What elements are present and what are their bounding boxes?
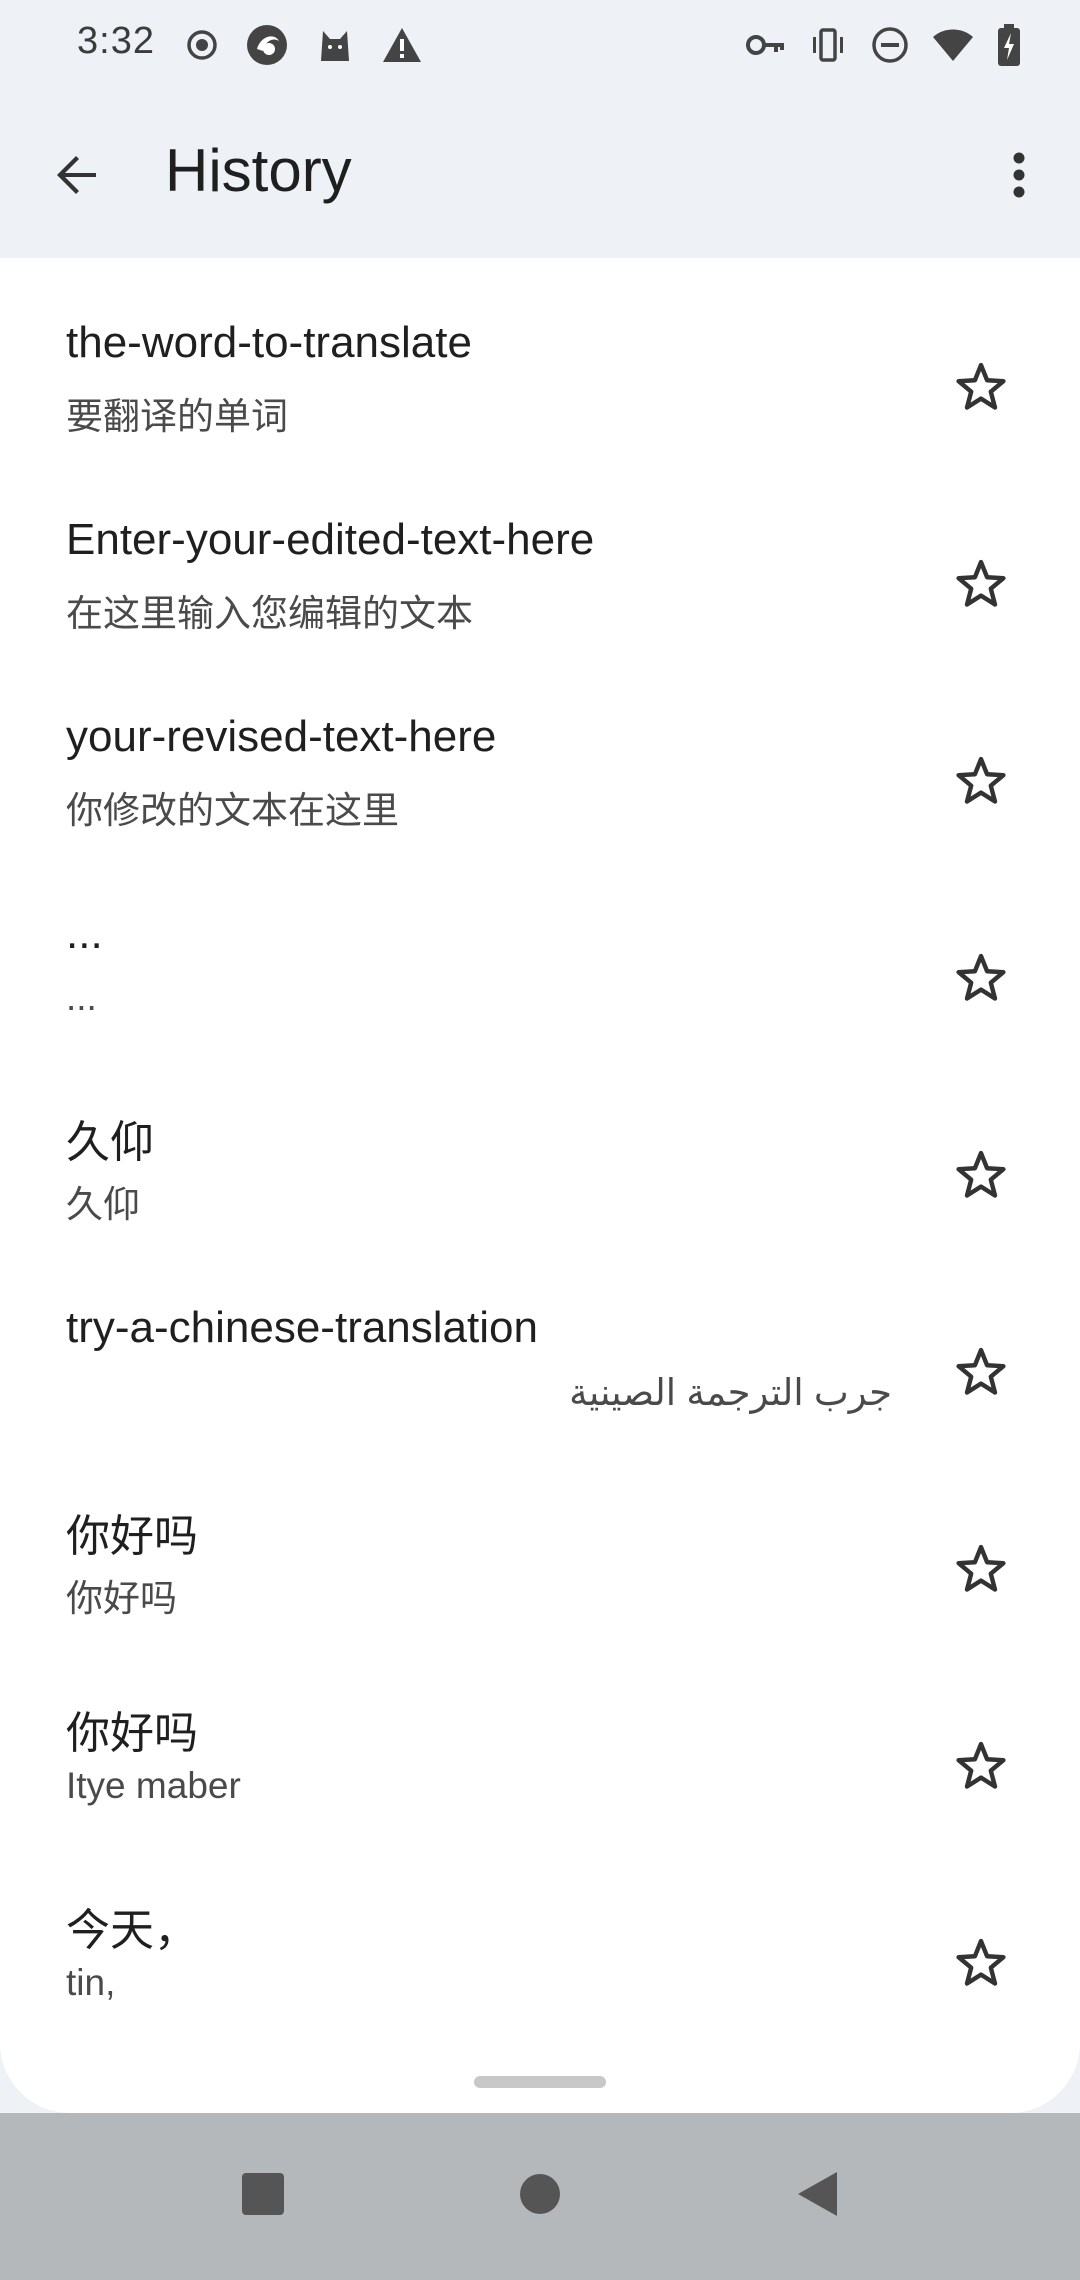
home-circle-icon (518, 2172, 562, 2221)
star-outline-icon (953, 1738, 1009, 1799)
gesture-handle[interactable] (474, 2076, 606, 2088)
back-nav-button[interactable] (782, 2161, 852, 2231)
translation-text: جرب الترجمة الصينية (569, 1372, 892, 1413)
do-not-disturb-icon (870, 25, 910, 65)
source-text: the-word-to-translate (66, 318, 472, 367)
more-vert-icon (1012, 152, 1026, 203)
history-item[interactable]: try-a-chinese-translation جرب الترجمة ال… (0, 1243, 1080, 1440)
star-outline-icon (953, 1541, 1009, 1602)
recents-square-icon (241, 2172, 285, 2221)
source-text: 久仰 (66, 1118, 154, 1167)
translation-text: 你好吗 (66, 1578, 177, 1619)
translation-text: Itye maber (66, 1765, 241, 1806)
app-bar: History (0, 86, 1080, 258)
cat-icon (315, 25, 355, 65)
history-item[interactable]: 你好吗 Itye maber (0, 1637, 1080, 1834)
warning-icon (381, 25, 423, 65)
star-button[interactable] (942, 1138, 1020, 1216)
star-outline-icon (953, 556, 1009, 617)
star-button[interactable] (942, 1532, 1020, 1610)
status-time: 3:32 (77, 20, 155, 62)
source-text: try-a-chinese-translation (66, 1303, 538, 1352)
history-sheet: the-word-to-translate 要翻译的单词 Enter-your-… (0, 258, 1080, 2113)
app-icon (245, 23, 289, 67)
history-item[interactable]: 久仰 久仰 (0, 1046, 1080, 1243)
translation-text: ... (66, 977, 97, 1018)
battery-charging-icon (996, 23, 1022, 67)
star-outline-icon (953, 950, 1009, 1011)
page-title: History (165, 137, 352, 204)
translation-text: 在这里输入您编辑的文本 (66, 593, 473, 634)
star-button[interactable] (942, 350, 1020, 428)
source-text: 今天， (66, 1906, 198, 1955)
star-outline-icon (953, 359, 1009, 420)
star-button[interactable] (942, 1729, 1020, 1807)
translation-text: 久仰 (66, 1184, 140, 1225)
history-list: the-word-to-translate 要翻译的单词 Enter-your-… (0, 258, 1080, 2031)
history-item[interactable]: ... ... (0, 849, 1080, 1046)
history-item[interactable]: Enter-your-edited-text-here 在这里输入您编辑的文本 (0, 455, 1080, 652)
status-bar: 3:32 (0, 0, 1080, 86)
star-outline-icon (953, 1344, 1009, 1405)
star-outline-icon (953, 753, 1009, 814)
translation-text: 要翻译的单词 (66, 396, 288, 437)
system-nav-bar (0, 2113, 1080, 2280)
star-button[interactable] (942, 1335, 1020, 1413)
source-text: Enter-your-edited-text-here (66, 515, 595, 564)
translation-text: 你修改的文本在这里 (66, 790, 399, 831)
back-button[interactable] (38, 138, 116, 216)
translation-text: tin, (66, 1962, 116, 2003)
star-button[interactable] (942, 941, 1020, 1019)
vibrate-icon (808, 25, 848, 65)
recents-button[interactable] (228, 2161, 298, 2231)
wifi-icon (932, 27, 974, 63)
star-button[interactable] (942, 1926, 1020, 2004)
more-options-button[interactable] (980, 138, 1058, 216)
record-icon (185, 28, 219, 62)
key-icon (746, 30, 786, 60)
star-outline-icon (953, 1147, 1009, 1208)
source-text: ... (66, 909, 103, 958)
history-item[interactable]: your-revised-text-here 你修改的文本在这里 (0, 652, 1080, 849)
history-item[interactable]: the-word-to-translate 要翻译的单词 (0, 258, 1080, 455)
history-item[interactable]: 你好吗 你好吗 (0, 1440, 1080, 1637)
star-outline-icon (953, 1935, 1009, 1996)
back-triangle-icon (795, 2170, 839, 2223)
home-button[interactable] (505, 2161, 575, 2231)
source-text: your-revised-text-here (66, 712, 497, 761)
history-item[interactable]: 今天， tin, (0, 1834, 1080, 2031)
star-button[interactable] (942, 547, 1020, 625)
source-text: 你好吗 (66, 1512, 198, 1561)
arrow-back-icon (52, 150, 102, 205)
source-text: 你好吗 (66, 1709, 198, 1758)
star-button[interactable] (942, 744, 1020, 822)
